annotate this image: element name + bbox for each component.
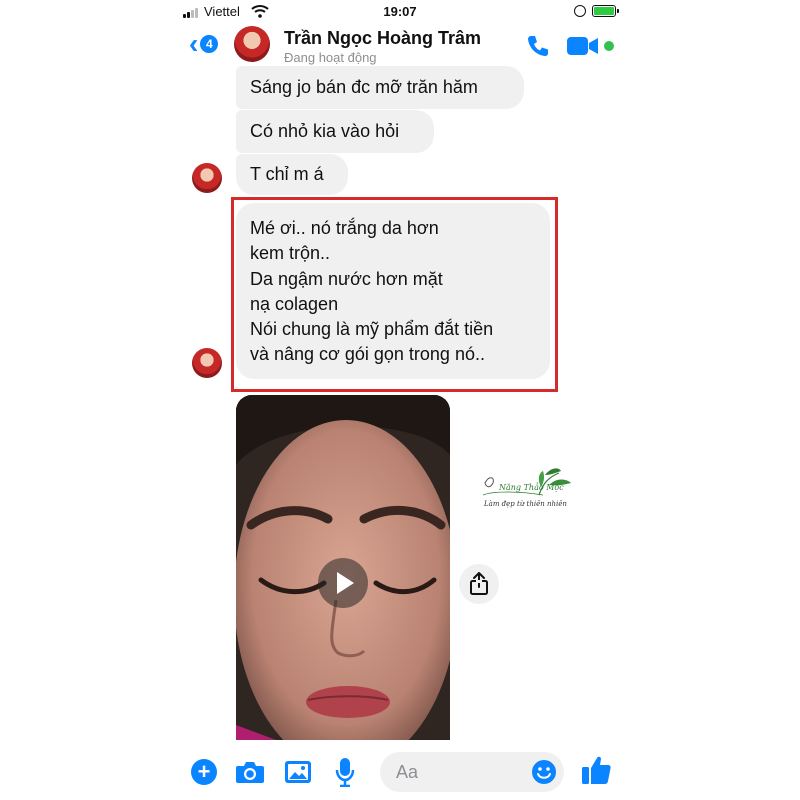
contact-name[interactable]: Trần Ngọc Hoàng Trâm <box>284 28 481 49</box>
emoji-icon[interactable] <box>531 759 557 785</box>
unread-count-badge: 4 <box>200 35 219 53</box>
phone-icon[interactable] <box>525 33 551 59</box>
gallery-icon[interactable] <box>284 760 312 784</box>
back-chevron-icon: ‹ <box>189 28 199 59</box>
camera-icon[interactable] <box>235 760 265 784</box>
share-button[interactable] <box>459 564 499 604</box>
rotation-lock-icon <box>574 5 586 17</box>
message-bubble[interactable]: T chỉ m á <box>236 154 348 195</box>
message-bubble[interactable]: Sáng jo bán đc mỡ trăn hăm <box>236 66 524 109</box>
microphone-icon[interactable] <box>335 757 355 787</box>
share-icon <box>470 572 488 595</box>
message-bubble[interactable]: Có nhỏ kia vào hỏi <box>236 110 434 153</box>
chat-header: ‹ 4 Trần Ngọc Hoàng Trâm Đang hoạt động <box>177 24 623 66</box>
contact-avatar[interactable] <box>234 26 270 62</box>
clock: 19:07 <box>383 4 417 19</box>
messenger-screen: Viettel 19:07 ‹ 4 Trần Ngọc Hoàng Trâm Đ… <box>177 0 623 800</box>
thumbs-up-icon[interactable] <box>580 754 612 786</box>
watermark-tagline: Làm đẹp từ thiên nhiên <box>484 500 567 508</box>
play-button[interactable] <box>318 558 368 608</box>
message-line: Mé ơi.. nó trắng da hơn <box>250 218 439 238</box>
message-line: và nâng cơ gói gọn trong nó.. <box>250 344 485 365</box>
sender-avatar[interactable] <box>192 348 222 378</box>
online-indicator <box>604 41 614 51</box>
sender-avatar[interactable] <box>192 163 222 193</box>
status-bar: Viettel 19:07 <box>177 0 623 24</box>
message-line: nạ colagen <box>250 293 339 314</box>
message-composer: + Aa <box>177 740 623 800</box>
battery-icon <box>592 5 619 17</box>
contact-status: Đang hoạt động <box>284 50 377 65</box>
message-line: kem trộn.. <box>250 243 331 264</box>
watermark-brand: Năng Thảo Mộc <box>499 483 564 492</box>
message-bubble-highlighted[interactable]: Mé ơi.. nó trắng da hơn kem trộn.. Da ng… <box>236 203 550 379</box>
plus-icon[interactable]: + <box>191 759 217 785</box>
brand-watermark: Năng Thảo Mộc Làm đẹp từ thiên nhiên <box>479 465 575 511</box>
back-button[interactable]: ‹ 4 <box>189 28 219 59</box>
video-camera-icon[interactable] <box>567 35 599 57</box>
message-line: Da ngậm nước hơn mặt <box>250 268 443 289</box>
message-line: Nói chung là mỹ phẩm đắt tiền <box>250 319 494 340</box>
